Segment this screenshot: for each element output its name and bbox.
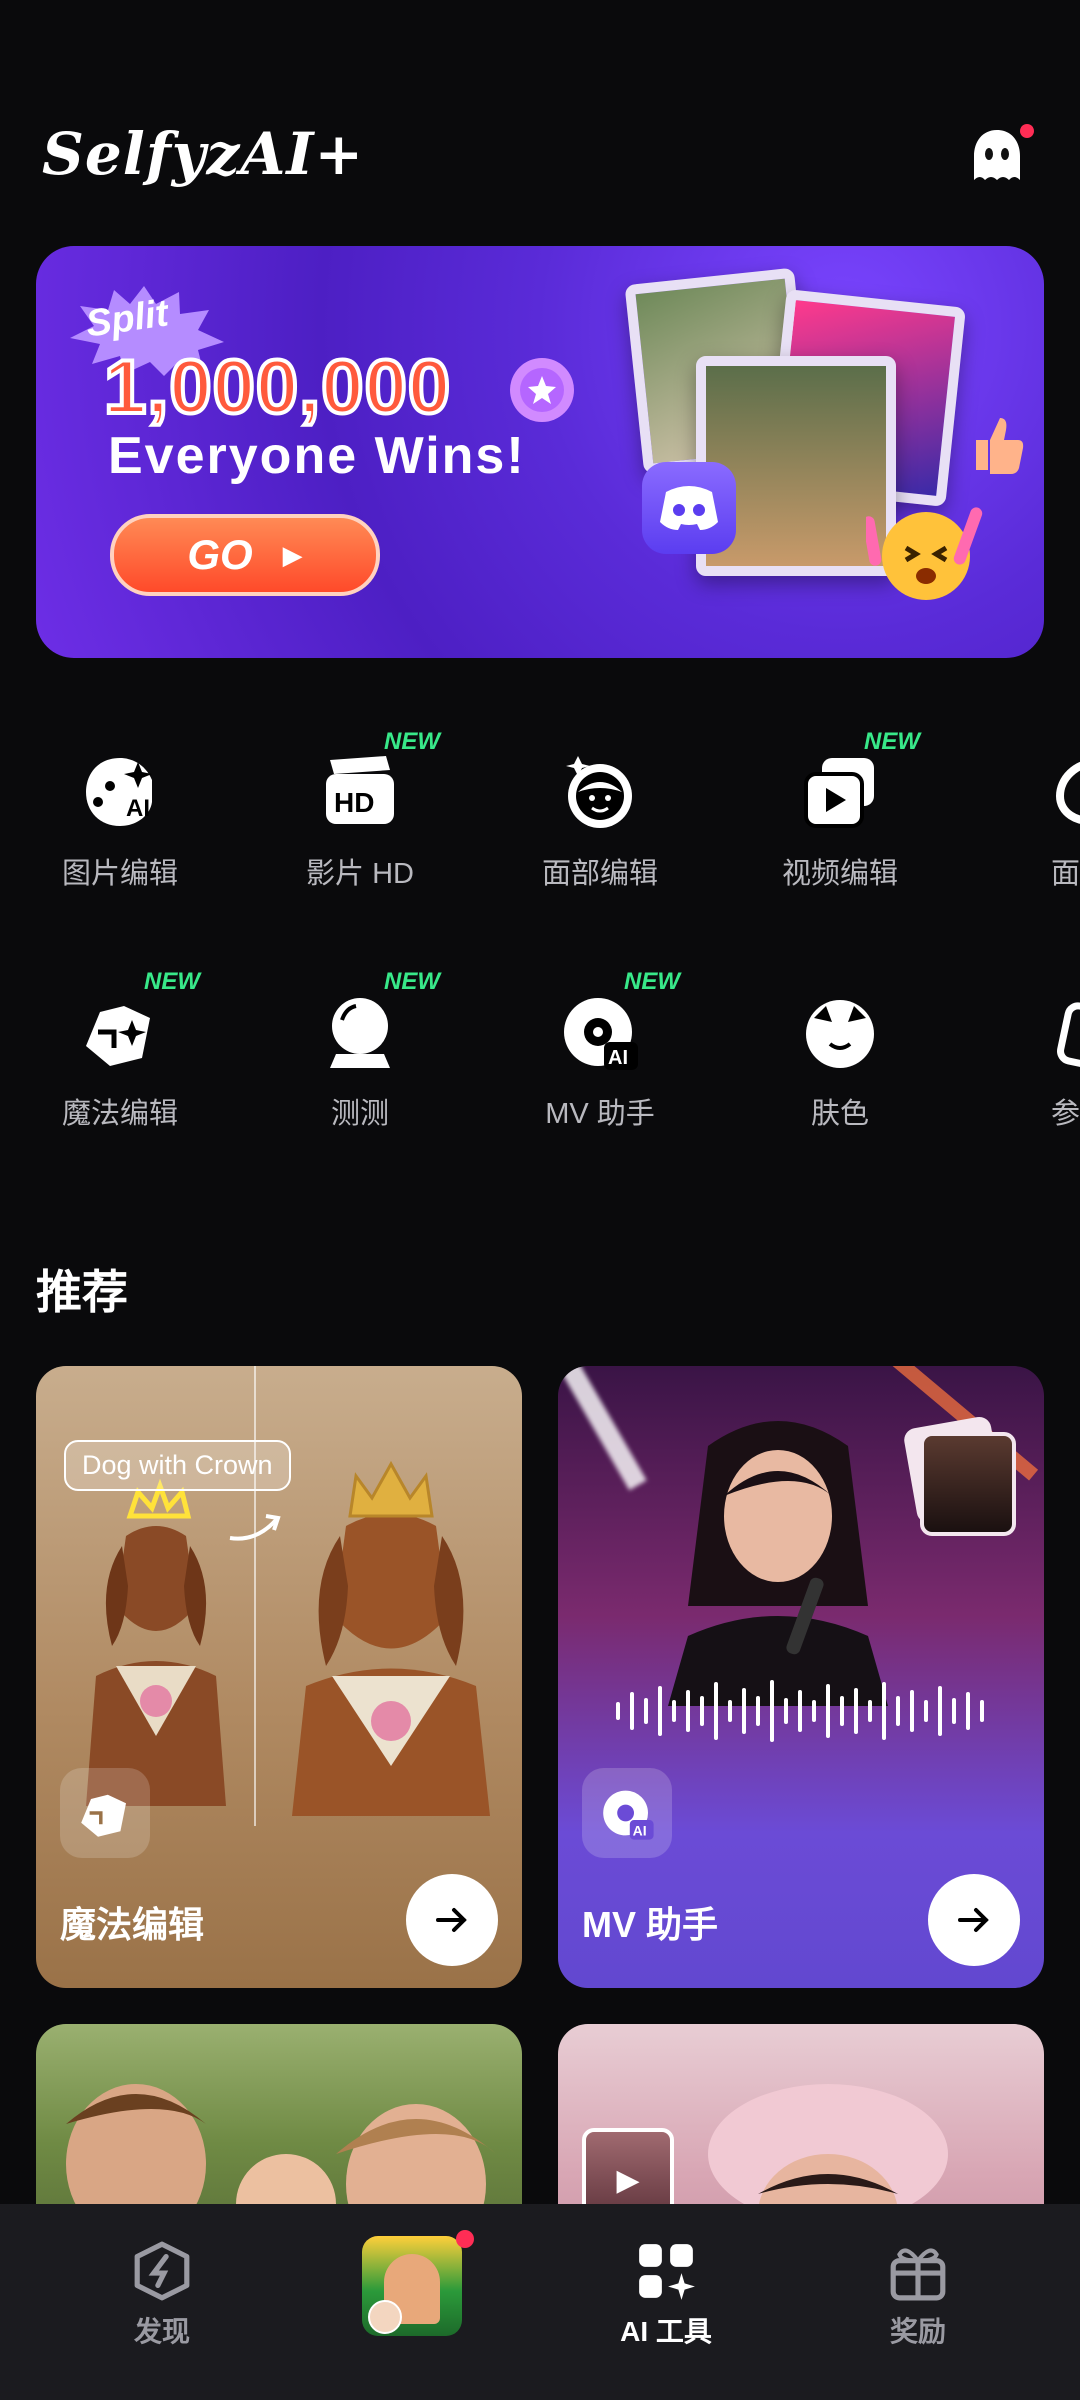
card-arrow-button[interactable] [928,1874,1020,1966]
tool-crystal-ball[interactable]: NEW 测测 [270,968,450,1132]
bottom-navigation: 发现 AI 工具 奖励 [0,2204,1080,2400]
crystal-ball-icon [330,998,390,1068]
arrow-right-icon [958,1908,989,1932]
nav-item-rewards[interactable]: 奖励 [838,2240,998,2350]
tool-label: 视频编辑 [781,858,898,890]
tool-mv-assistant[interactable]: AI NEW MV 助手 [510,968,690,1132]
singer-image [668,1421,888,1706]
tool-label: 面部编辑 [541,858,658,890]
face-partial-icon [1055,762,1080,824]
app-header: SelfyzAI+ [0,0,1080,230]
promo-banner[interactable]: Split 1,000,000 Everyone Wins! GO ▶ [36,246,1044,658]
mv-assistant-icon: AI [564,998,638,1070]
thumbnail-avatar [368,2300,402,2334]
coin-icon [510,358,574,422]
tool-image-edit[interactable]: AI 图片编辑 [30,752,210,892]
play-triangle-icon: ▶ [282,539,303,570]
ai-tools-icon [639,2244,695,2300]
svg-text:HD: HD [334,787,374,818]
face-icon [566,756,632,828]
mv-assistant-icon: AI [603,1790,654,1840]
svg-text:AI: AI [608,1047,628,1069]
tool-label: 魔法编辑 [61,1098,178,1130]
new-badge: NEW [384,728,440,755]
nav-item-featured[interactable] [332,2230,492,2336]
tool-label: 图片编辑 [61,858,178,890]
arrow-right-icon [436,1908,467,1932]
card-magic-edit[interactable]: Dog with Crown 魔法编辑 [36,1366,522,1988]
tool-label: 面部 [1050,858,1080,890]
tool-face-partial[interactable]: 面部 [990,752,1080,892]
new-badge: NEW [144,968,200,995]
discover-icon [134,2241,190,2301]
tool-label: MV 助手 [545,1098,655,1130]
card-icon-mv-assistant: AI [582,1768,672,1858]
dog-after-image [292,1460,490,1816]
video-edit-icon [804,758,874,828]
card-icon-magic-edit [60,1768,150,1858]
new-badge: NEW [624,968,680,995]
curved-arrow-icon [229,1514,281,1541]
tool-skin-tone[interactable]: 肤色 [750,992,930,1132]
skin-tone-icon [806,1000,874,1068]
banner-amount: 1,000,000 [102,343,452,432]
tool-label: 影片 HD [306,858,414,890]
nav-label: AI 工具 [620,2316,712,2347]
card-title: MV 助手 [582,1904,719,1945]
tool-reference[interactable]: 参考 [990,992,1080,1132]
hd-film-icon: HD [326,756,394,824]
waveform-icon [616,1680,984,1742]
photo-thumbnail [920,1432,1016,1536]
light-beam [558,1366,647,1491]
gift-icon [890,2248,946,2301]
magic-edit-icon [81,1794,126,1837]
go-label: GO [187,531,253,578]
banner-go-button[interactable]: GO ▶ [110,514,380,596]
tool-video-edit[interactable]: NEW 视频编辑 [750,728,930,892]
new-badge: NEW [864,728,920,755]
emoji-face-icon [866,507,983,600]
nav-label: 奖励 [889,2316,946,2347]
magic-edit-icon [86,1006,150,1066]
thumbs-up-icon [976,418,1024,474]
tool-magic-edit[interactable]: NEW 魔法编辑 [30,968,210,1132]
svg-text:AI: AI [633,1822,647,1838]
card-arrow-button[interactable] [406,1874,498,1966]
card-mv-assistant[interactable]: AI MV 助手 [558,1366,1044,1988]
app-logo: SelfyzAI+ [42,120,365,188]
nav-label: 发现 [133,2316,190,2347]
notification-dot [1020,124,1034,138]
nav-item-ai-tools[interactable]: AI 工具 [586,2240,746,2350]
section-title-recommend: 推荐 [36,1266,128,1318]
featured-thumbnail [362,2236,462,2336]
prompt-tag: Dog with Crown [64,1440,291,1491]
play-icon: ▶ [616,2163,640,2197]
tool-label: 肤色 [810,1098,869,1130]
notification-dot [456,2230,474,2248]
card-title: 魔法编辑 [60,1904,205,1945]
new-badge: NEW [384,968,440,995]
tool-label: 参考 [1050,1098,1080,1130]
reference-icon [1057,1002,1080,1070]
ghost-icon[interactable] [970,126,1024,186]
banner-headline: Everyone Wins! [108,427,526,485]
nav-item-discover[interactable]: 发现 [82,2240,242,2350]
svg-text:AI: AI [126,795,150,822]
tool-film-hd[interactable]: HD NEW 影片 HD [270,728,450,892]
tool-label: 测测 [330,1098,389,1130]
ai-face-icon: AI [86,758,152,826]
discord-icon [642,462,736,554]
tool-face-edit[interactable]: 面部编辑 [510,752,690,892]
